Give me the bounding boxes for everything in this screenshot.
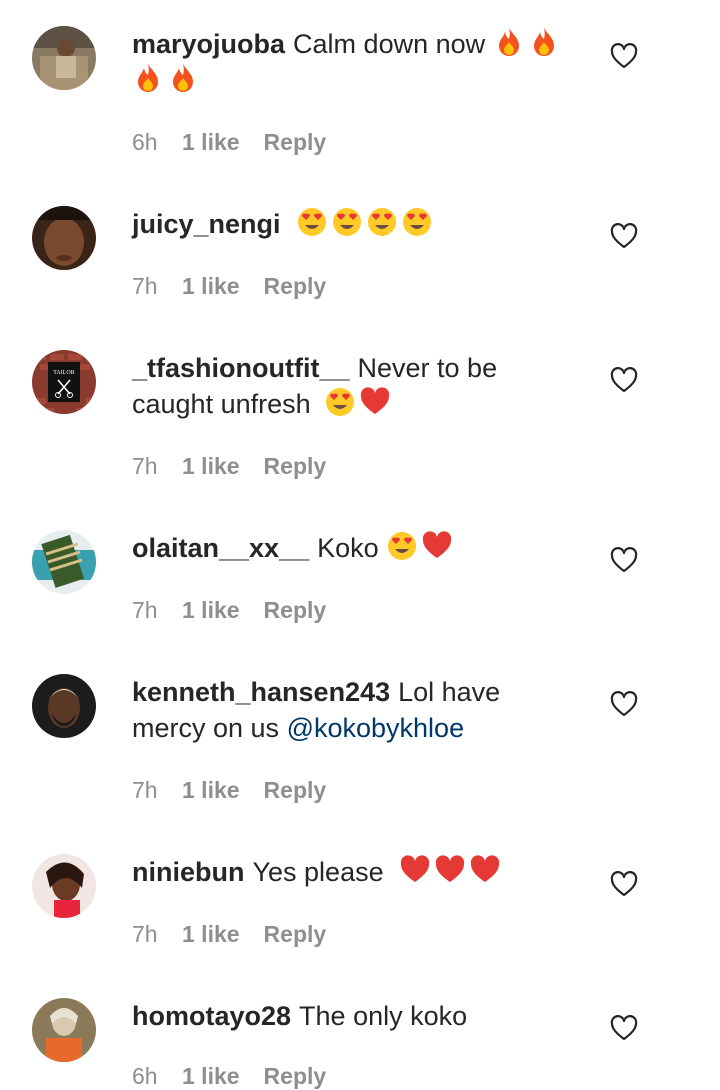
user-mention-link[interactable]: @kokobykhloe xyxy=(287,713,465,743)
comment-text: _tfashionoutfit__ Never to be caught unfr… xyxy=(132,350,532,422)
heart-eyes-icon xyxy=(298,208,327,236)
comment-meta: 7h 1 like Reply xyxy=(132,452,326,480)
heart-eyes-icon xyxy=(368,208,397,236)
comment-username[interactable]: homotayo28 xyxy=(132,1001,291,1031)
avatar[interactable] xyxy=(32,206,96,270)
avatar[interactable] xyxy=(32,998,96,1062)
reply-button[interactable]: Reply xyxy=(264,1063,327,1089)
red-heart-icon xyxy=(423,531,452,558)
comment-body: Koko xyxy=(317,533,379,563)
fire-icon xyxy=(138,64,158,92)
avatar[interactable] xyxy=(32,854,96,918)
heart-eyes-icon xyxy=(326,388,355,416)
reply-button[interactable]: Reply xyxy=(264,597,327,623)
comment-timestamp: 7h xyxy=(132,921,158,947)
comment-timestamp: 7h xyxy=(132,453,158,479)
red-heart-icon xyxy=(470,855,500,882)
comment-meta: 6h 1 like Reply xyxy=(132,128,326,156)
likes-count[interactable]: 1 like xyxy=(182,1063,240,1089)
comment-timestamp: 6h xyxy=(132,129,158,155)
reply-button[interactable]: Reply xyxy=(264,921,327,947)
comment-username[interactable]: olaitan__xx__ xyxy=(132,533,309,563)
reply-button[interactable]: Reply xyxy=(264,273,327,299)
like-heart-icon[interactable] xyxy=(610,1015,638,1041)
like-heart-icon[interactable] xyxy=(610,871,638,897)
likes-count[interactable]: 1 like xyxy=(182,273,240,299)
like-heart-icon[interactable] xyxy=(610,43,638,69)
red-heart-icon xyxy=(435,855,465,882)
heart-eyes-icon xyxy=(388,532,417,560)
like-heart-icon[interactable] xyxy=(610,223,638,249)
fire-icon xyxy=(173,64,193,92)
like-heart-icon[interactable] xyxy=(610,367,638,393)
emoji-group xyxy=(379,531,457,563)
reply-button[interactable]: Reply xyxy=(264,453,327,479)
comment-body: The only koko xyxy=(299,1001,468,1031)
comment-text: kenneth_hansen243 Lol have mercy on us @k… xyxy=(132,674,552,746)
avatar[interactable] xyxy=(32,530,96,594)
comment-meta: 7h 1 like Reply xyxy=(132,596,326,624)
emoji-group xyxy=(311,387,395,419)
fire-icon xyxy=(533,28,554,56)
emoji-group xyxy=(384,855,505,887)
likes-count[interactable]: 1 like xyxy=(182,453,240,479)
comment-username[interactable]: _tfashionoutfit__ xyxy=(132,353,350,383)
red-heart-icon xyxy=(360,387,390,414)
comment-meta: 7h 1 like Reply xyxy=(132,776,326,804)
comment-meta: 7h 1 like Reply xyxy=(132,272,326,300)
reply-button[interactable]: Reply xyxy=(264,129,327,155)
fire-icon xyxy=(498,28,519,56)
avatar[interactable]: TAILOR xyxy=(32,350,96,414)
likes-count[interactable]: 1 like xyxy=(182,921,240,947)
comment-text: olaitan__xx__ Koko xyxy=(132,530,572,566)
comment-body: Yes please xyxy=(252,857,384,887)
comment-username[interactable]: kenneth_hansen243 xyxy=(132,677,390,707)
comment-text: niniebun Yes please xyxy=(132,854,572,890)
red-heart-icon xyxy=(400,855,430,882)
heart-eyes-icon xyxy=(403,208,432,236)
avatar[interactable] xyxy=(32,26,96,90)
comment-body: Calm down now xyxy=(293,29,486,59)
comment-text: juicy_nengi xyxy=(132,206,572,242)
comment-meta: 7h 1 like Reply xyxy=(132,920,326,948)
comment-timestamp: 7h xyxy=(132,597,158,623)
likes-count[interactable]: 1 like xyxy=(182,129,240,155)
heart-eyes-icon xyxy=(333,208,362,236)
comment-timestamp: 7h xyxy=(132,273,158,299)
comment-username[interactable]: maryojuoba xyxy=(132,29,285,59)
comment-username[interactable]: niniebun xyxy=(132,857,244,887)
like-heart-icon[interactable] xyxy=(610,691,638,717)
reply-button[interactable]: Reply xyxy=(264,777,327,803)
comment-username[interactable]: juicy_nengi xyxy=(132,209,281,239)
like-heart-icon[interactable] xyxy=(610,547,638,573)
emoji-group xyxy=(289,208,437,239)
avatar[interactable] xyxy=(32,674,96,738)
comment-text: homotayo28 The only koko xyxy=(132,998,572,1034)
comment-text: maryojuoba Calm down now xyxy=(132,26,572,98)
avatar-label: TAILOR xyxy=(53,370,75,376)
likes-count[interactable]: 1 like xyxy=(182,597,240,623)
comment-timestamp: 7h xyxy=(132,777,158,803)
likes-count[interactable]: 1 like xyxy=(182,777,240,803)
